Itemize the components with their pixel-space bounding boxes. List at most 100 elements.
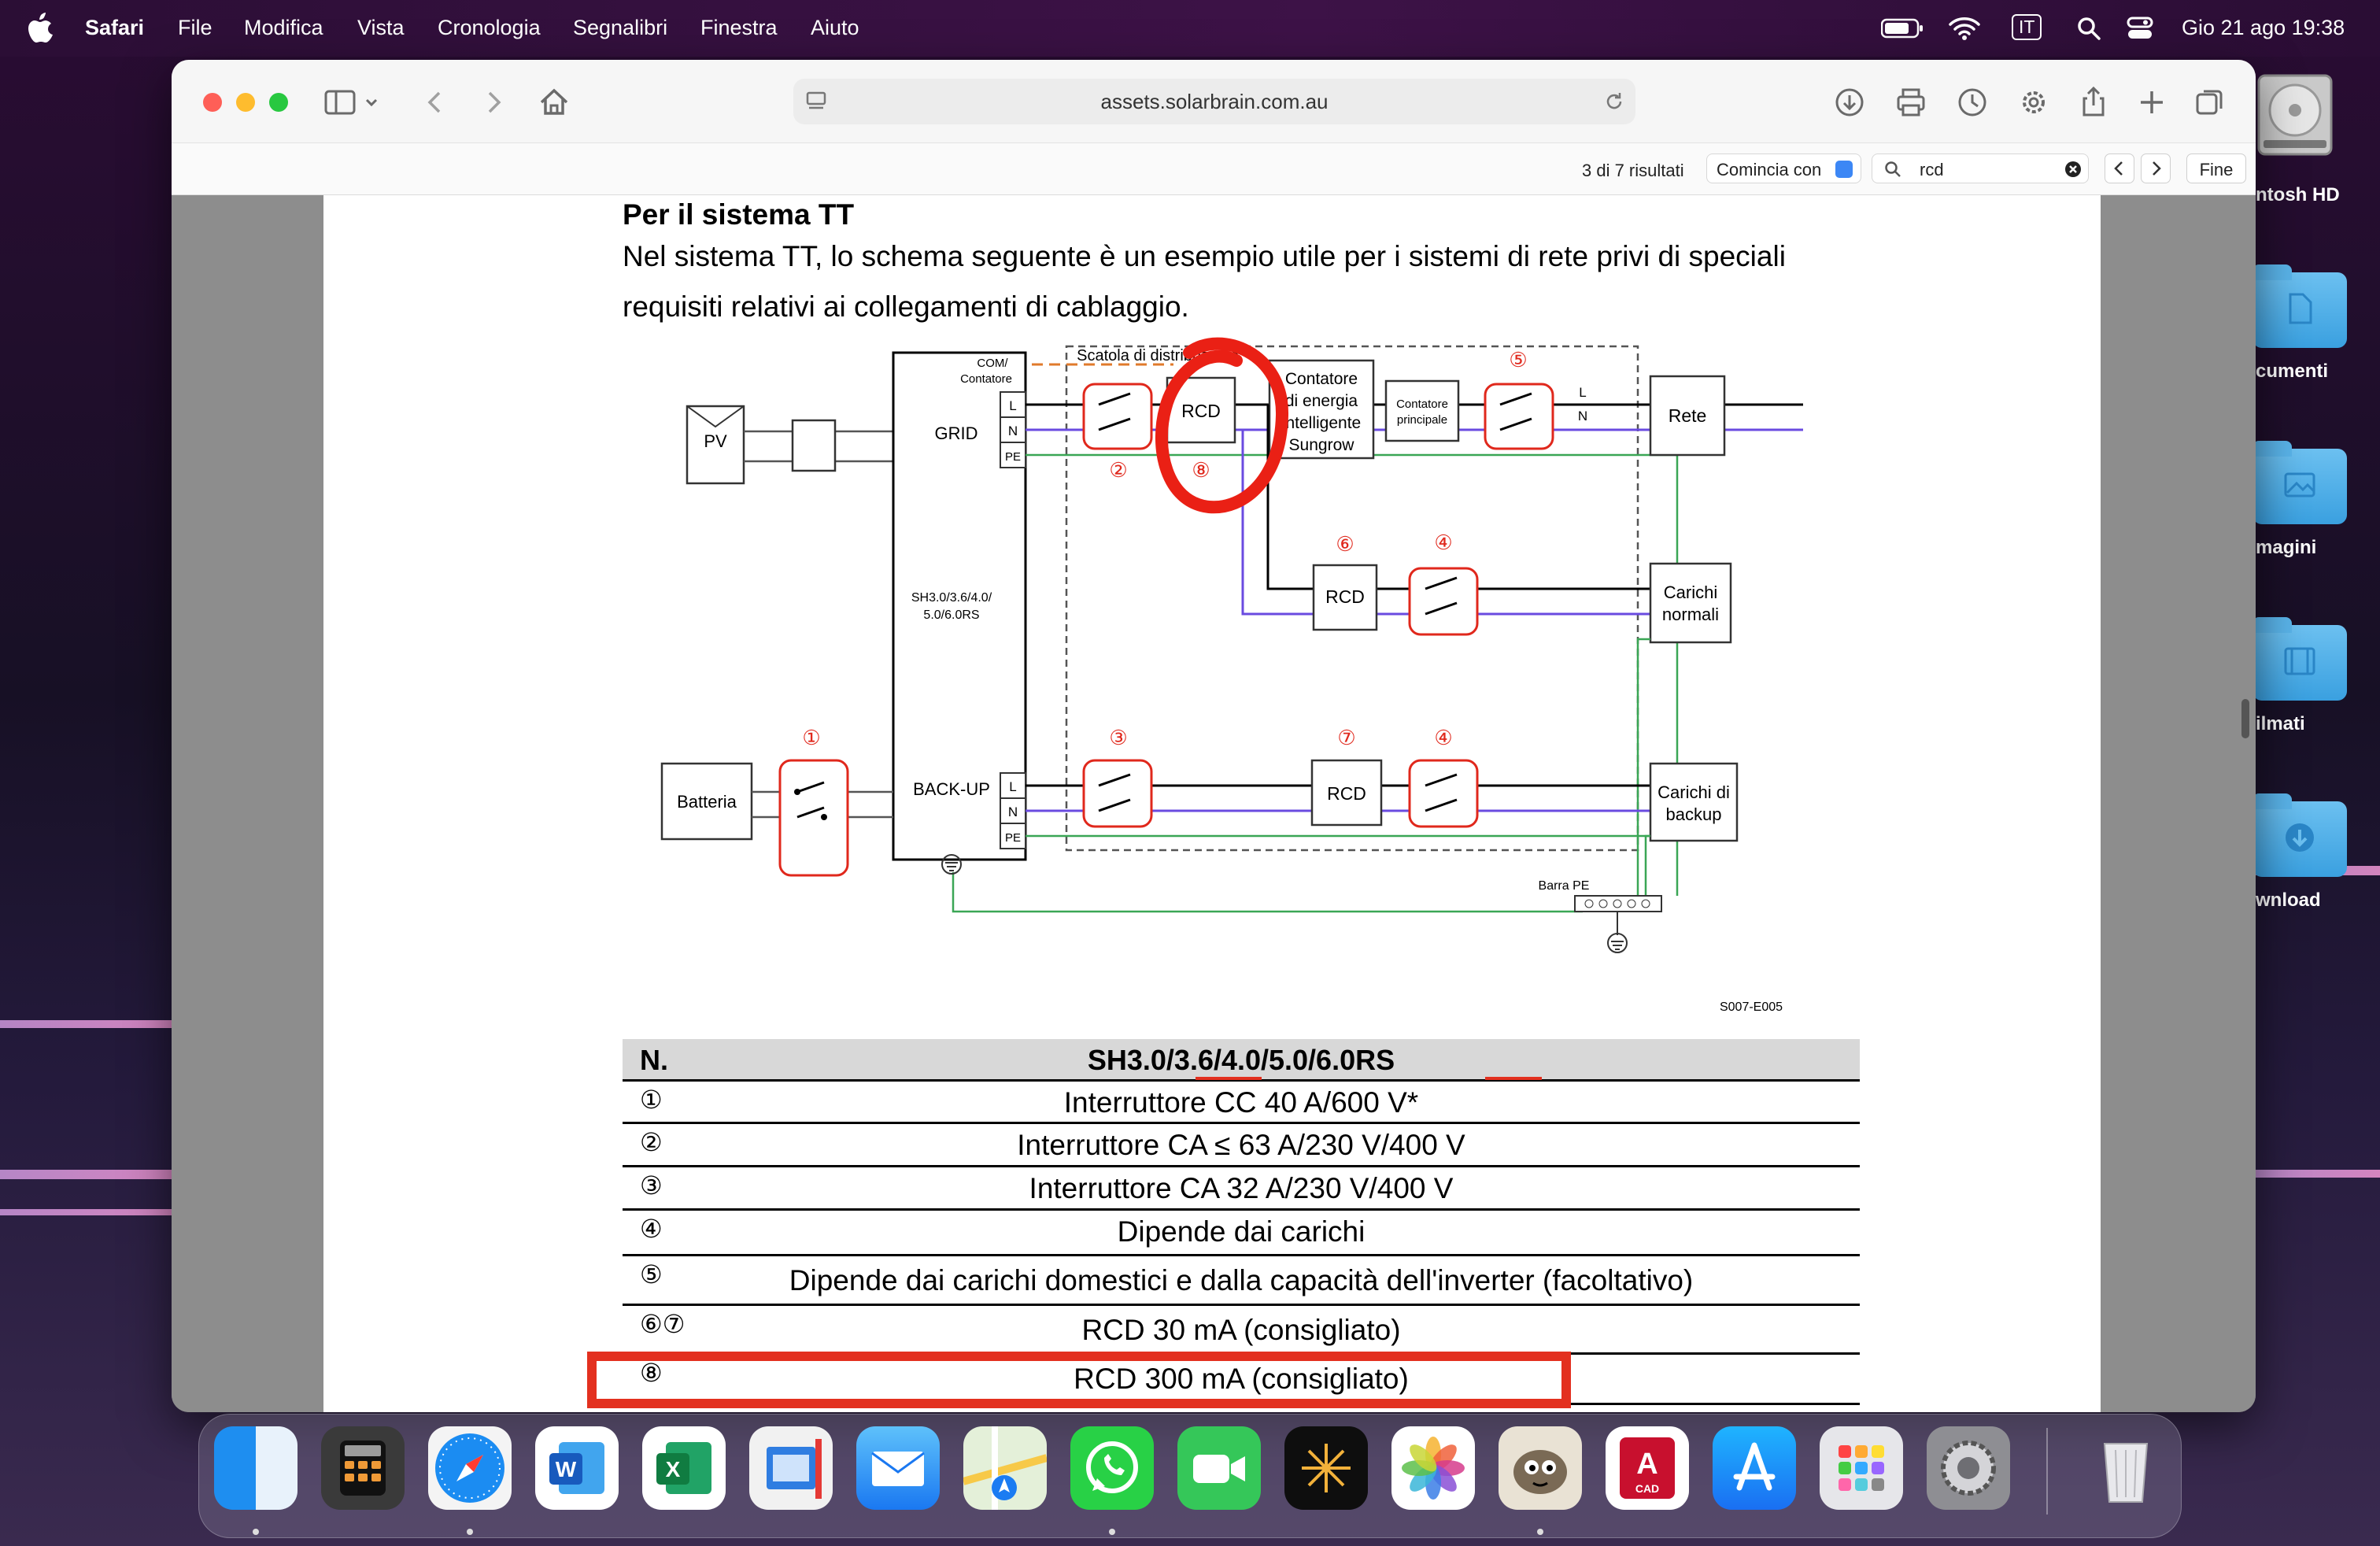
wiring-diagram: Scatola di distribuzione PV COM/ Contato… — [660, 337, 1803, 1014]
chevron-right-icon — [2153, 161, 2161, 176]
svg-text:intelligente: intelligente — [1282, 414, 1361, 432]
marker-5: ⑤ — [1509, 348, 1527, 372]
grid-n-label: N — [1578, 409, 1587, 423]
input-source[interactable]: IT — [2012, 14, 2042, 40]
menu-segnalibri[interactable]: Segnalibri — [573, 16, 667, 40]
menu-vista[interactable]: Vista — [357, 16, 405, 40]
new-tab-icon[interactable] — [2134, 85, 2169, 120]
chevron-down-icon[interactable] — [360, 85, 382, 120]
forward-icon[interactable] — [475, 85, 510, 120]
close-window-button[interactable] — [203, 93, 222, 112]
excel-icon[interactable]: X — [642, 1426, 726, 1510]
migration-assistant-icon[interactable] — [749, 1426, 833, 1510]
diagram-code: S007-E005 — [1720, 1000, 1783, 1014]
disk-label[interactable]: ntosh HD — [2256, 184, 2340, 206]
tab-overview-icon[interactable] — [2193, 85, 2227, 120]
scrollbar-thumb[interactable] — [2241, 699, 2249, 738]
control-center-icon[interactable] — [2127, 16, 2153, 41]
running-indicator — [253, 1529, 259, 1535]
reload-icon[interactable] — [1602, 90, 1626, 113]
address-bar[interactable]: assets.solarbrain.com.au — [793, 79, 1635, 124]
clear-search-icon[interactable] — [2064, 161, 2082, 178]
pe-bar — [1574, 895, 1662, 912]
terminal-n-backup: N — [1008, 804, 1018, 819]
launchpad-icon[interactable] — [1820, 1426, 1903, 1510]
history-icon[interactable] — [1955, 85, 1990, 120]
com-label: COM/ — [977, 357, 1008, 370]
pv-label: PV — [704, 431, 727, 451]
rcd-6-label: RCD — [1325, 586, 1365, 607]
word-icon[interactable]: W — [535, 1426, 619, 1510]
marker-8: ⑧ — [1192, 458, 1210, 482]
facetime-icon[interactable] — [1177, 1426, 1261, 1510]
minimize-window-button[interactable] — [236, 93, 255, 112]
zoom-window-button[interactable] — [269, 93, 288, 112]
section-paragraph: Nel sistema TT, lo schema seguente è un … — [623, 240, 1786, 323]
maps-icon[interactable] — [962, 1426, 1048, 1510]
perplexity-icon[interactable] — [1284, 1426, 1368, 1510]
safari-icon[interactable] — [428, 1426, 512, 1510]
folder-downloads-icon[interactable] — [2252, 793, 2347, 877]
battery-icon[interactable] — [1881, 17, 1925, 39]
folder-movies-icon[interactable] — [2252, 617, 2347, 701]
find-result-count: 3 di 7 risultati — [1582, 161, 1684, 180]
hard-disk-icon[interactable] — [2256, 68, 2334, 162]
find-match-underline — [1196, 1077, 1262, 1080]
grid-label: GRID — [935, 423, 978, 443]
find-previous-button[interactable] — [2105, 153, 2134, 183]
svg-text:Carichi di: Carichi di — [1658, 782, 1730, 802]
menu-aiuto[interactable]: Aiuto — [811, 16, 859, 40]
menu-modifica[interactable]: Modifica — [244, 16, 323, 40]
wallpaper-streak — [0, 1020, 172, 1028]
gear-icon[interactable] — [2016, 85, 2051, 120]
clock[interactable]: Gio 21 ago 19:38 — [2182, 16, 2345, 40]
main-meter-box — [1384, 379, 1460, 442]
rcd-8-label: RCD — [1181, 401, 1221, 421]
find-done-button[interactable]: Fine — [2186, 153, 2246, 183]
folder-documents-icon[interactable] — [2252, 264, 2347, 348]
back-icon[interactable] — [419, 85, 453, 120]
folder-images-icon[interactable] — [2252, 441, 2347, 524]
svg-text:Sungrow: Sungrow — [1289, 436, 1355, 454]
folder-label-downloads[interactable]: wnload — [2256, 890, 2321, 912]
row-text: Dipende dai carichi domestici e dalla ca… — [789, 1264, 1694, 1296]
find-search-field[interactable]: rcd — [1872, 153, 2089, 183]
autocad-icon[interactable]: A CAD — [1606, 1426, 1689, 1510]
inverter-model-2: 5.0/6.0RS — [923, 608, 979, 622]
find-mode-select[interactable]: Comincia con — [1706, 153, 1862, 183]
menu-app-name[interactable]: Safari — [85, 16, 144, 40]
share-icon[interactable] — [2076, 85, 2111, 120]
app-store-icon[interactable] — [1713, 1426, 1796, 1510]
downloads-icon[interactable] — [1832, 85, 1867, 120]
folder-label-images[interactable]: magini — [2256, 537, 2316, 559]
menu-file[interactable]: File — [178, 16, 213, 40]
home-icon[interactable] — [537, 85, 571, 120]
row-text: RCD 30 mA (consigliato) — [1081, 1314, 1401, 1346]
wifi-icon[interactable] — [1949, 16, 1980, 41]
spotlight-icon[interactable] — [2076, 16, 2101, 41]
highlight-rectangle-annotation — [587, 1352, 1571, 1408]
svg-text:W: W — [556, 1457, 577, 1481]
folder-label-movies[interactable]: ilmati — [2256, 713, 2305, 735]
pdf-viewer[interactable]: Per il sistema TT Nel sistema TT, lo sch… — [172, 195, 2256, 1412]
find-next-button[interactable] — [2141, 153, 2171, 183]
trash-icon[interactable] — [2084, 1426, 2168, 1510]
photos-icon[interactable] — [1391, 1426, 1475, 1510]
whatsapp-icon[interactable] — [1070, 1426, 1154, 1510]
wallpaper-streak — [2256, 1170, 2380, 1178]
sidebar-icon[interactable] — [323, 85, 357, 120]
print-icon[interactable] — [1894, 85, 1928, 120]
finder-icon[interactable] — [214, 1426, 298, 1510]
apple-menu-icon[interactable] — [27, 11, 58, 46]
terminal-pe-grid: PE — [1005, 450, 1021, 464]
mail-icon[interactable] — [856, 1426, 940, 1510]
system-settings-icon[interactable] — [1927, 1426, 2010, 1510]
row-text: Dipende dai carichi — [1117, 1215, 1366, 1248]
menu-cronologia[interactable]: Cronologia — [438, 16, 541, 40]
table-row: ④ Dipende dai carichi — [623, 1211, 1860, 1256]
gimp-icon[interactable] — [1499, 1426, 1582, 1510]
marker-4b: ④ — [1434, 726, 1452, 749]
menu-finestra[interactable]: Finestra — [700, 16, 778, 40]
calculator-icon[interactable] — [321, 1426, 405, 1510]
folder-label-documents[interactable]: cumenti — [2256, 361, 2328, 383]
